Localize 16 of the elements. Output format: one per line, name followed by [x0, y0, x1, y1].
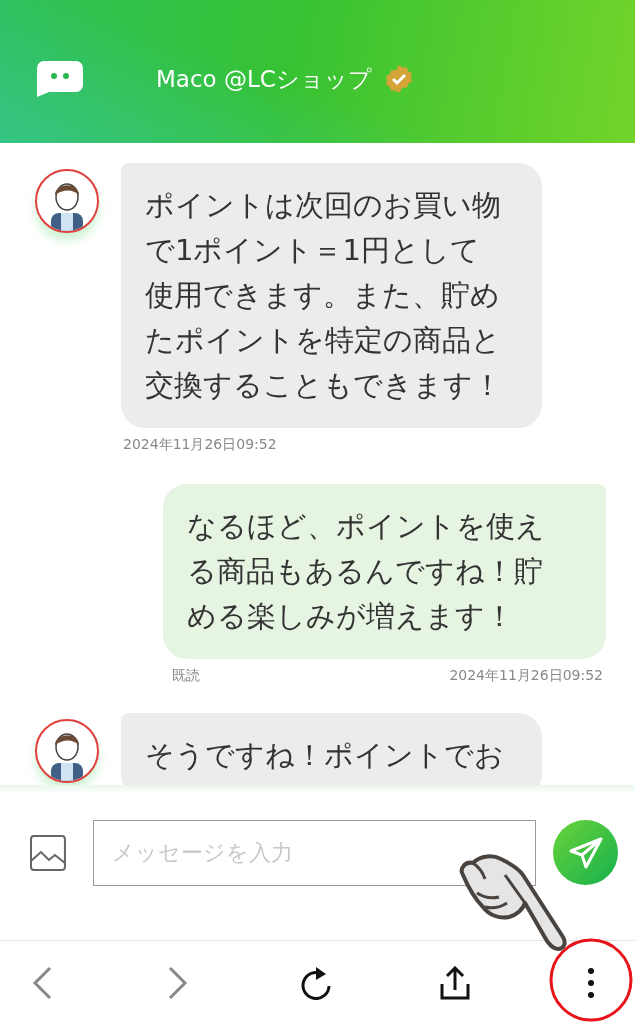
forward-button[interactable] [168, 966, 188, 1000]
received-message: ポイントは次回のお買い物で1ポイント＝1円として使用できます。また、貯めたポイントを特定の商品と交換することもできます！ [121, 163, 542, 428]
message-time: 2024年11月26日09:52 [123, 436, 278, 454]
shop-avatar[interactable] [35, 169, 99, 233]
back-button[interactable] [32, 966, 52, 1000]
read-status: 既読 [172, 667, 200, 685]
chat-title: Maco @LCショップ [156, 64, 372, 94]
share-button[interactable] [440, 966, 470, 1000]
shop-avatar[interactable] [35, 719, 99, 783]
send-icon [568, 835, 603, 870]
message-time: 2024年11月26日09:52 [449, 667, 603, 685]
received-message: そうですね！ポイントでお [121, 713, 542, 785]
image-icon[interactable] [30, 834, 66, 871]
sent-message: なるほど、ポイントを使える商品もあるんですね！貯める楽しみが増えます！ [163, 484, 606, 659]
reload-button[interactable] [300, 966, 332, 1000]
more-menu-button[interactable] [586, 966, 596, 1000]
